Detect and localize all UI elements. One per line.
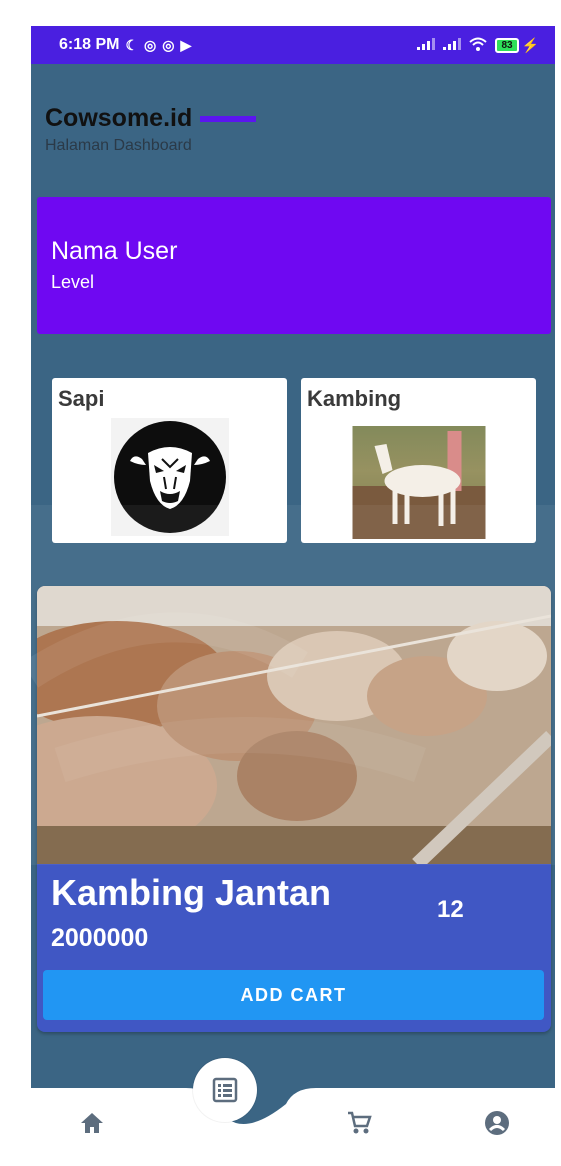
app-header: Cowsome.id Halaman Dashboard <box>45 104 257 155</box>
user-card: Nama User Level <box>37 197 551 334</box>
product-price: 2000000 <box>51 924 149 952</box>
add-cart-button[interactable]: ADD CART <box>43 970 544 1020</box>
signal-icon <box>417 37 436 53</box>
app-title-row: Cowsome.id <box>45 104 257 133</box>
account-icon[interactable] <box>482 1108 512 1138</box>
status-time: 6:18 PM <box>59 36 120 53</box>
cattle-photo <box>37 586 551 864</box>
cow-head-icon <box>113 421 226 533</box>
category-card-kambing[interactable]: Kambing <box>301 378 536 543</box>
dashboard-list-button[interactable] <box>193 1058 257 1122</box>
user-name: Nama User <box>51 237 178 265</box>
play-icon: ▶ <box>180 36 192 53</box>
notification-icon-2: ◎ <box>162 36 175 53</box>
product-quantity: 12 <box>437 896 464 923</box>
cow-logo-image <box>110 418 229 536</box>
user-level: Level <box>51 272 95 292</box>
list-icon <box>212 1077 238 1103</box>
moon-icon: ☾ <box>125 36 139 53</box>
title-accent-bar <box>200 115 257 122</box>
category-label: Kambing <box>307 386 402 411</box>
goat-photo <box>352 426 485 539</box>
product-info: Kambing Jantan 12 2000000 ADD CART <box>37 864 551 1032</box>
app-title: Cowsome.id <box>45 104 193 132</box>
phone-screen: 6:18 PM ☾ ◎ ◎ ▶ 83 ⚡ Cowsome.id Halaman … <box>31 26 555 1166</box>
notification-icon: ◎ <box>144 36 157 53</box>
product-card: Kambing Jantan 12 2000000 ADD CART <box>37 586 551 1032</box>
product-name: Kambing Jantan <box>51 872 332 913</box>
category-label: Sapi <box>58 386 105 411</box>
wifi-icon <box>469 37 488 54</box>
signal-icon-2 <box>443 37 462 53</box>
battery-icon: 83 ⚡ <box>495 37 539 54</box>
cart-icon[interactable] <box>344 1108 374 1138</box>
page-subtitle: Halaman Dashboard <box>45 137 192 154</box>
status-bar: 6:18 PM ☾ ◎ ◎ ▶ 83 ⚡ <box>31 26 555 64</box>
category-card-sapi[interactable]: Sapi <box>52 378 287 543</box>
home-icon[interactable] <box>77 1108 107 1138</box>
